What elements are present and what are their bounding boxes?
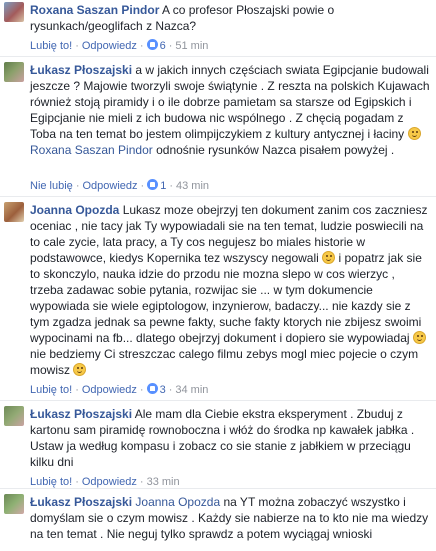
like-icon (146, 39, 158, 50)
comment-author[interactable]: Łukasz Płoszajski (30, 407, 132, 421)
like-count[interactable]: 6 (160, 40, 166, 52)
timestamp[interactable]: 51 min (175, 40, 208, 52)
reply-button[interactable]: Odpowiedz (82, 476, 137, 488)
divider (0, 56, 436, 57)
like-count[interactable]: 1 (160, 180, 166, 192)
divider (0, 488, 436, 489)
smile-emoji-icon (73, 363, 87, 376)
mention-link[interactable]: Roxana Saszan Pindor (30, 143, 153, 157)
like-count[interactable]: 3 (160, 384, 166, 396)
reply-button[interactable]: Odpowiedz (82, 384, 137, 396)
reply-button[interactable]: Odpowiedz (82, 40, 137, 52)
unlike-button[interactable]: Nie lubię (30, 180, 73, 192)
comment-text: odnośnie rysunków Nazca pisałem powyżej … (156, 143, 395, 157)
comment-body: Łukasz Płoszajski Ale mam dla Ciebie eks… (30, 406, 430, 470)
like-icon (147, 179, 159, 190)
comment-body: Joanna Opozda Lukasz moze obejrzyj ten d… (30, 202, 430, 378)
like-button[interactable]: Lubię to! (30, 384, 72, 396)
smile-emoji-icon (412, 331, 426, 344)
timestamp[interactable]: 43 min (176, 180, 209, 192)
comment-thread: Roxana Saszan Pindor A co profesor Płosz… (0, 0, 436, 551)
comment-body: Łukasz Płoszajski Joanna Opozda na YT mo… (30, 494, 430, 542)
comment-body: Łukasz Płoszajski a w jakich innych częś… (30, 62, 430, 158)
timestamp[interactable]: 33 min (147, 476, 180, 488)
divider (0, 400, 436, 401)
avatar[interactable] (4, 494, 24, 514)
timestamp[interactable]: 34 min (175, 384, 208, 396)
avatar[interactable] (4, 406, 24, 426)
mention-link[interactable]: Joanna Opozda (135, 495, 220, 509)
comment-actions: Lubię to! · Odpowiedz · 3 · 34 min (30, 383, 209, 396)
comment-actions: Nie lubię · Odpowiedz · 1 · 43 min (30, 179, 210, 192)
comment-text: nie bedziemy Ci streszczac calego filmu … (30, 347, 419, 377)
comment-body: Roxana Saszan Pindor A co profesor Płosz… (30, 2, 430, 34)
comment-author[interactable]: Łukasz Płoszajski (30, 63, 132, 77)
like-icon (146, 383, 158, 394)
comment-author[interactable]: Joanna Opozda (30, 203, 119, 217)
comment-author[interactable]: Roxana Saszan Pindor (30, 3, 159, 17)
divider (0, 196, 436, 197)
comment-actions: Lubię to! · Odpowiedz · 6 · 51 min (30, 39, 209, 52)
avatar[interactable] (4, 62, 24, 82)
reply-button[interactable]: Odpowiedz (82, 180, 137, 192)
avatar[interactable] (4, 2, 24, 22)
smile-emoji-icon (322, 251, 336, 264)
like-button[interactable]: Lubię to! (30, 476, 72, 488)
like-button[interactable]: Lubię to! (30, 40, 72, 52)
avatar[interactable] (4, 202, 24, 222)
comment-author[interactable]: Łukasz Płoszajski (30, 495, 132, 509)
smile-emoji-icon (407, 127, 421, 140)
comment-text: i popatrz jak sie to skonczylo, nauka id… (30, 251, 422, 345)
